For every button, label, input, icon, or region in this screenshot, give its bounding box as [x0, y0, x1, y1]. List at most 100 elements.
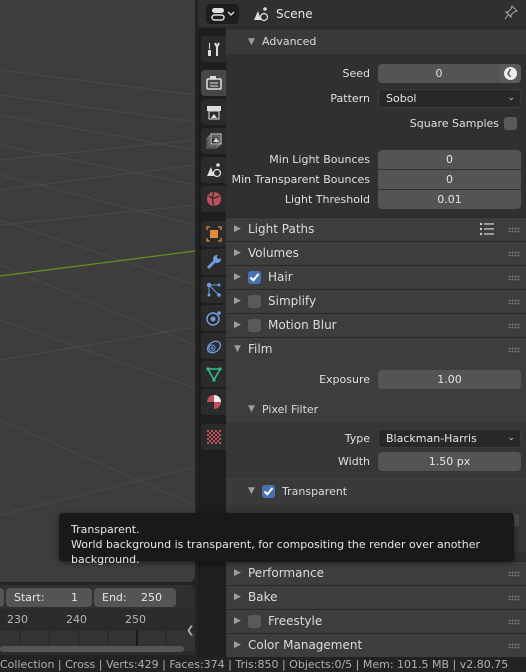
min-transparent-bounces-field[interactable]: 0	[378, 170, 521, 189]
tab-world[interactable]	[201, 186, 226, 212]
tab-output[interactable]	[201, 99, 226, 125]
min-light-bounces-field[interactable]: 0	[378, 150, 521, 169]
expanded-triangle-icon: ▼	[234, 344, 241, 354]
view-layer-icon	[206, 133, 222, 149]
panel-hair[interactable]: ▶ Hair	[226, 265, 526, 289]
timeline[interactable]: Start: 1 End: 250 230 240 250 ❮	[0, 585, 195, 655]
hair-checkbox[interactable]	[248, 271, 261, 284]
min-light-bounces-label: Min Light Bounces	[269, 153, 370, 166]
tab-data[interactable]	[201, 361, 226, 387]
seed-row: Seed 0	[226, 64, 526, 84]
panel-light-paths[interactable]: ▶ Light Paths	[226, 217, 526, 241]
tab-physics[interactable]	[201, 305, 226, 331]
drag-grip-icon[interactable]	[508, 571, 520, 577]
panel-bake[interactable]: ▶ Bake	[226, 585, 526, 609]
drag-grip-icon[interactable]	[508, 619, 520, 625]
drag-grip-icon[interactable]	[508, 299, 520, 305]
square-samples-row[interactable]: Square Samples	[226, 114, 526, 134]
tab-object[interactable]	[201, 221, 226, 247]
min-transparent-bounces-row: Min Transparent Bounces 0	[226, 170, 526, 190]
frame-field-partial[interactable]	[0, 588, 4, 607]
tab-constraints[interactable]	[201, 333, 226, 359]
blender-window: Start: 1 End: 250 230 240 250 ❮ Scene ▼ …	[0, 0, 526, 672]
randomize-seed-button[interactable]	[500, 64, 521, 83]
timeline-header: Start: 1 End: 250	[0, 585, 195, 609]
timeline-ruler[interactable]: 230 240 250	[0, 609, 195, 631]
tab-view-layer[interactable]	[201, 128, 226, 154]
ruler-tick-label: 250	[125, 613, 146, 626]
chevron-down-icon: ⌄	[507, 433, 515, 443]
panel-color-management[interactable]: ▶ Color Management	[226, 633, 526, 657]
panel-volumes[interactable]: ▶ Volumes	[226, 241, 526, 265]
constraints-icon	[206, 340, 222, 354]
mesh-data-icon	[206, 367, 222, 382]
drag-grip-icon[interactable]	[508, 643, 520, 649]
drag-grip-icon[interactable]	[508, 347, 520, 353]
exposure-field[interactable]: 1.00	[378, 370, 521, 389]
tool-icon	[208, 42, 220, 56]
panel-simplify[interactable]: ▶ Simplify	[226, 289, 526, 313]
tooltip-title: Transparent.	[71, 523, 140, 536]
presets-list-icon[interactable]	[479, 222, 495, 236]
panel-title: Freestyle	[268, 614, 323, 628]
render-icon	[206, 76, 222, 90]
filter-type-row: Type Blackman-Harris ⌄	[226, 429, 526, 449]
panel-title: Volumes	[248, 246, 299, 260]
texture-icon	[207, 430, 221, 444]
transparent-subpanel-header[interactable]: ▼ Transparent	[226, 480, 526, 504]
collapsed-triangle-icon: ▶	[234, 640, 241, 650]
pattern-value: Sobol	[386, 92, 417, 105]
drag-grip-icon[interactable]	[508, 323, 520, 329]
tab-material[interactable]	[201, 389, 226, 415]
output-icon	[207, 106, 221, 120]
panel-title: Film	[248, 342, 273, 356]
tab-texture[interactable]	[201, 424, 226, 450]
pixel-filter-subpanel-header[interactable]: ▼ Pixel Filter	[226, 398, 526, 422]
light-threshold-field[interactable]: 0.01	[378, 190, 521, 209]
3d-viewport[interactable]	[0, 0, 195, 582]
drag-grip-icon[interactable]	[508, 595, 520, 601]
panel-title: Bake	[248, 590, 278, 604]
expanded-triangle-icon: ▼	[248, 404, 255, 414]
tab-tool[interactable]	[201, 36, 226, 62]
expanded-triangle-icon: ▼	[248, 486, 255, 496]
collapsed-triangle-icon: ▶	[234, 224, 241, 234]
panel-film[interactable]: ▼ Film	[226, 337, 526, 361]
tab-render[interactable]	[201, 70, 226, 96]
physics-icon	[206, 311, 221, 326]
square-samples-checkbox[interactable]	[504, 117, 517, 130]
filter-type-dropdown[interactable]: Blackman-Harris ⌄	[378, 429, 521, 448]
drag-grip-icon[interactable]	[508, 275, 520, 281]
panel-motion-blur[interactable]: ▶ Motion Blur	[226, 313, 526, 337]
panel-title: Motion Blur	[268, 318, 337, 332]
tab-particles[interactable]	[201, 277, 226, 303]
transparent-checkbox[interactable]	[262, 485, 275, 498]
panel-freestyle[interactable]: ▶ Freestyle	[226, 609, 526, 633]
min-light-bounces-row: Min Light Bounces 0	[226, 150, 526, 170]
collapse-chevron-icon[interactable]: ❮	[186, 623, 195, 639]
width-label: Width	[338, 455, 370, 468]
collapsed-triangle-icon: ▶	[234, 616, 241, 626]
start-frame-field[interactable]: Start: 1	[6, 588, 92, 607]
pattern-dropdown[interactable]: Sobol ⌄	[378, 89, 521, 108]
freestyle-checkbox[interactable]	[248, 615, 261, 628]
end-frame-field[interactable]: End: 250	[94, 588, 176, 607]
drag-grip-icon[interactable]	[508, 251, 520, 257]
filter-width-field[interactable]: 1.50 px	[378, 452, 521, 471]
light-threshold-row: Light Threshold 0.01	[226, 190, 526, 210]
motion-blur-checkbox[interactable]	[248, 319, 261, 332]
simplify-checkbox[interactable]	[248, 295, 261, 308]
pin-icon[interactable]	[504, 5, 518, 21]
timeline-scrollbar[interactable]	[0, 646, 184, 652]
scene-icon	[254, 7, 269, 22]
particles-icon	[206, 282, 221, 297]
editor-type-button[interactable]	[206, 4, 239, 24]
end-label: End:	[102, 591, 127, 604]
tab-modifiers[interactable]	[201, 249, 226, 275]
tab-scene[interactable]	[201, 157, 226, 183]
collapsed-triangle-icon: ▶	[234, 272, 241, 282]
expanded-triangle-icon: ▼	[248, 37, 255, 47]
drag-grip-icon[interactable]	[508, 227, 520, 233]
seed-field[interactable]: 0	[378, 64, 500, 83]
advanced-subpanel-header[interactable]: ▼ Advanced	[226, 30, 526, 54]
